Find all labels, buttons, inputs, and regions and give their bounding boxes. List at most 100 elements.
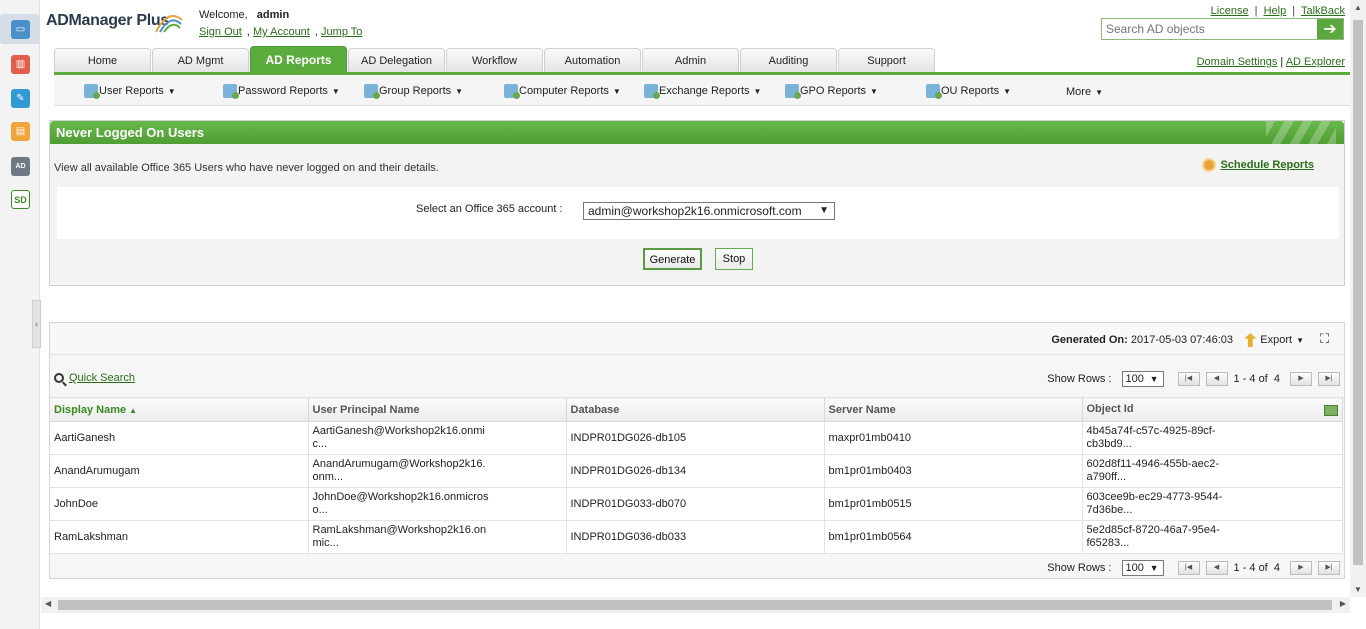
- cell-database: INDPR01DG036-db033: [566, 520, 825, 554]
- ad-explorer-link[interactable]: AD Explorer: [1286, 56, 1345, 68]
- submenu-group-reports[interactable]: Group Reports ▼: [364, 84, 464, 99]
- submenu-ou-reports[interactable]: OU Reports ▼: [926, 84, 1011, 99]
- header-stripes: [1266, 121, 1336, 144]
- horizontal-scroll-thumb[interactable]: [58, 600, 1332, 610]
- first-page-button[interactable]: |◀: [1177, 561, 1200, 575]
- next-page-button[interactable]: ▶: [1290, 561, 1312, 575]
- quick-search[interactable]: Quick Search: [54, 372, 135, 384]
- table-row[interactable]: AnandArumugam AnandArumugam@Workshop2k16…: [50, 454, 1343, 488]
- caret-down-icon: ▼: [1003, 86, 1011, 96]
- column-user-principal-name[interactable]: User Principal Name: [308, 397, 567, 422]
- ad360-icon[interactable]: AD: [11, 157, 30, 176]
- column-display-name[interactable]: Display Name ▲: [50, 397, 309, 422]
- tab-ad-reports[interactable]: AD Reports: [250, 46, 347, 72]
- office365-account-select[interactable]: admin@workshop2k16.onmicrosoft.com ▼: [583, 202, 835, 220]
- tab-ad-delegation[interactable]: AD Delegation: [348, 48, 445, 72]
- submenu-user-reports[interactable]: User Reports ▼: [84, 84, 176, 99]
- pager-bottom: Show Rows : 100 ▼ |◀ ◀ 1 - 4 of 4 ▶ ▶|: [1047, 560, 1340, 576]
- first-page-button[interactable]: |◀: [1177, 372, 1200, 386]
- page-range: 1 - 4 of 4: [1233, 562, 1281, 574]
- tab-auditing[interactable]: Auditing: [740, 48, 837, 72]
- table-row[interactable]: JohnDoe JohnDoe@Workshop2k16.onmicros o.…: [50, 487, 1343, 521]
- tab-automation[interactable]: Automation: [544, 48, 641, 72]
- cell-display-name: AartiGanesh: [50, 421, 309, 455]
- my-account-link[interactable]: My Account: [253, 26, 310, 38]
- submenu-password-reports[interactable]: Password Reports ▼: [223, 84, 340, 99]
- column-server-name[interactable]: Server Name: [824, 397, 1083, 422]
- sdp-icon[interactable]: SD: [11, 190, 30, 209]
- table-header-row: Display Name ▲ User Principal Name Databa…: [50, 397, 1343, 422]
- document-icon[interactable]: ▤: [11, 122, 30, 141]
- jump-to-link[interactable]: Jump To: [321, 26, 362, 38]
- reports-submenu: User Reports ▼ Password Reports ▼ Group Re…: [54, 76, 1350, 106]
- last-page-button[interactable]: ▶|: [1318, 561, 1340, 575]
- table-row[interactable]: RamLakshman RamLakshman@Workshop2k16.on …: [50, 520, 1343, 554]
- license-link[interactable]: License: [1211, 5, 1249, 17]
- cell-database: INDPR01DG033-db070: [566, 487, 825, 521]
- cell-server: bm1pr01mb0564: [824, 520, 1083, 554]
- cell-display-name: JohnDoe: [50, 487, 309, 521]
- tab-ad-mgmt[interactable]: AD Mgmt: [152, 48, 249, 72]
- submenu-computer-reports[interactable]: Computer Reports ▼: [504, 84, 621, 99]
- tools-icon[interactable]: ✎: [11, 89, 30, 108]
- vertical-scrollbar[interactable]: ▲ ▼: [1350, 0, 1366, 597]
- last-page-button[interactable]: ▶|: [1318, 372, 1340, 386]
- scroll-down-icon[interactable]: ▼: [1354, 585, 1362, 594]
- schedule-reports-link[interactable]: Schedule Reports: [1220, 159, 1314, 171]
- logo-swoosh-icon: [155, 15, 183, 33]
- generated-on-value: 2017-05-03 07:46:03: [1130, 334, 1233, 346]
- next-page-button[interactable]: ▶: [1290, 372, 1312, 386]
- generated-on-label: Generated On:: [1051, 334, 1128, 346]
- fullscreen-icon[interactable]: ⛶: [1320, 332, 1334, 346]
- submenu-gpo-reports[interactable]: GPO Reports ▼: [785, 84, 878, 99]
- cell-display-name: RamLakshman: [50, 520, 309, 554]
- monitor-icon[interactable]: ▭: [11, 20, 30, 39]
- reports-icon[interactable]: ▥: [11, 55, 30, 74]
- tab-support[interactable]: Support: [838, 48, 935, 72]
- tab-admin[interactable]: Admin: [642, 48, 739, 72]
- search-go-arrow-icon[interactable]: ➔: [1317, 19, 1343, 39]
- scroll-left-icon[interactable]: ◀: [45, 599, 51, 608]
- ou-icon: [926, 84, 942, 99]
- export-button[interactable]: Export ▼: [1244, 333, 1304, 347]
- vertical-scroll-thumb[interactable]: [1353, 20, 1363, 565]
- scroll-right-icon[interactable]: ▶: [1340, 599, 1346, 608]
- sign-out-link[interactable]: Sign Out: [199, 26, 242, 38]
- tab-home[interactable]: Home: [54, 48, 151, 72]
- group-icon: [364, 84, 380, 99]
- cell-server: bm1pr01mb0403: [824, 454, 1083, 488]
- account-select-area: Select an Office 365 account : admin@wor…: [57, 187, 1339, 239]
- search-input[interactable]: [1102, 19, 1317, 39]
- show-rows-select[interactable]: 100 ▼: [1121, 560, 1164, 576]
- prev-page-button[interactable]: ◀: [1205, 561, 1228, 575]
- username: admin: [256, 9, 290, 21]
- schedule-reports[interactable]: Schedule Reports: [1202, 158, 1314, 172]
- horizontal-scrollbar[interactable]: ◀ ▶: [41, 597, 1350, 613]
- top-links: License | Help | TalkBack: [1210, 5, 1345, 17]
- column-object-id[interactable]: Object Id: [1082, 397, 1343, 422]
- sidebar-collapse-handle[interactable]: ‹: [32, 300, 41, 348]
- column-chooser-icon[interactable]: [1324, 405, 1338, 416]
- submenu-exchange-reports[interactable]: Exchange Reports ▼: [644, 84, 761, 99]
- quick-search-link[interactable]: Quick Search: [69, 372, 135, 384]
- caret-down-icon: ▼: [455, 86, 464, 96]
- search-icon: [54, 373, 64, 383]
- column-database[interactable]: Database: [566, 397, 825, 422]
- generated-on: Generated On: 2017-05-03 07:46:03: [1051, 334, 1233, 346]
- prev-page-button[interactable]: ◀: [1205, 372, 1228, 386]
- tab-workflow[interactable]: Workflow: [446, 48, 543, 72]
- scroll-up-icon[interactable]: ▲: [1354, 3, 1362, 12]
- report-table: Display Name ▲ User Principal Name Databa…: [50, 397, 1343, 554]
- table-row[interactable]: AartiGanesh AartiGanesh@Workshop2k16.onm…: [50, 421, 1343, 455]
- stop-button[interactable]: Stop: [715, 248, 753, 270]
- dropdown-arrow-icon: ▼: [1149, 374, 1159, 384]
- report-title: Never Logged On Users: [56, 125, 205, 140]
- caret-down-icon: ▼: [167, 86, 176, 96]
- generate-button[interactable]: Generate: [643, 248, 702, 270]
- talkback-link[interactable]: TalkBack: [1301, 5, 1345, 17]
- help-link[interactable]: Help: [1264, 5, 1287, 17]
- domain-settings-link[interactable]: Domain Settings: [1197, 56, 1278, 68]
- cell-object-id: 603cee9b-ec29-4773-9544- 7d36be...: [1082, 487, 1343, 521]
- submenu-more[interactable]: More ▼: [1066, 86, 1103, 98]
- show-rows-select[interactable]: 100 ▼: [1121, 371, 1164, 387]
